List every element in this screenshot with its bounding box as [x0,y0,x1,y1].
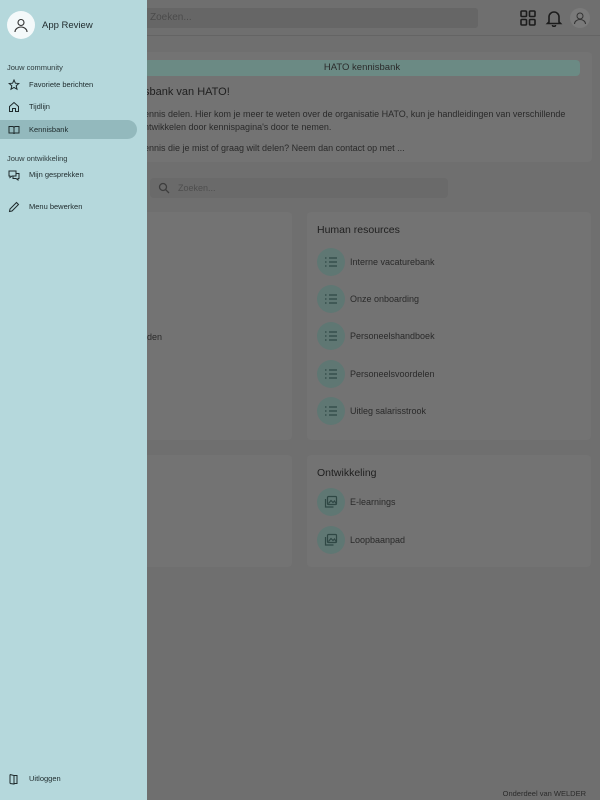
list-item-label: Personeelsvoordelen [350,369,435,379]
nav-label: Mijn gesprekken [29,170,84,179]
list-icon [317,285,345,313]
home-icon [8,101,20,113]
nav-item-knowledge-base[interactable]: Kennisbank [0,120,137,139]
intro-title: sbank van HATO! [144,86,230,98]
intro-card: HATO kennisbank sbank van HATO! ennis de… [130,52,592,162]
nav-label: Kennisbank [29,125,69,134]
list-item-label: Uitleg salarisstrook [350,406,427,416]
list-item-label: Loopbaanpad [350,535,406,545]
logout-button[interactable]: Uitloggen [0,769,137,788]
list-item[interactable]: Personeelshandboek [317,322,435,350]
card-title: Human resources [317,224,400,236]
list-item[interactable]: Loopbaanpad [317,526,405,554]
logout-icon [8,773,20,785]
bell-icon[interactable] [545,9,563,28]
card-title: Ontwikkeling [317,467,377,479]
nav-label: Menu bewerken [29,202,83,211]
nav-label: Favoriete berichten [29,80,94,89]
chat-icon [8,169,20,181]
list-item-label: Onze onboarding [350,294,420,304]
section-development: Jouw ontwikkeling [7,154,68,163]
app-name: App Review [42,20,93,31]
nav-label: Tijdlijn [29,102,50,111]
nav-label: Uitloggen [29,774,61,783]
pencil-icon [8,201,20,213]
navigation-drawer: App Review Jouw community Favoriete beri… [0,0,147,800]
list-icon [317,322,345,350]
intro-contact-text: ennis die je mist of graag wilt delen? N… [144,143,405,153]
list-item[interactable]: E-learnings [317,488,396,516]
photo-library-icon [317,526,345,554]
list-item[interactable]: Interne vacaturebank [317,248,435,276]
list-item[interactable]: Personeelsvoordelen [317,360,435,388]
nav-item-edit-menu[interactable]: Menu bewerken [0,197,137,216]
list-item[interactable]: Onze onboarding [317,285,419,313]
section-community: Jouw community [7,63,63,72]
photo-library-icon [317,488,345,516]
search-icon [158,182,170,194]
human-resources-card: Human resources Interne vacaturebank Onz… [307,212,591,440]
star-icon [8,78,20,91]
grid-icon[interactable] [519,9,537,27]
book-icon [8,124,20,136]
kb-search-placeholder: Zoeken... [178,183,216,193]
nav-item-favorites[interactable]: Favoriete berichten [0,75,137,94]
footer-credit: Onderdeel van WELDER [502,789,586,798]
profile-avatar[interactable] [570,8,590,28]
list-item-label: E-learnings [350,497,396,507]
list-icon [317,360,345,388]
nav-item-conversations[interactable]: Mijn gesprekken [0,165,137,184]
ontwikkeling-card: Ontwikkeling E-learnings Loopbaanpad [307,455,591,567]
list-item[interactable]: Uitleg salarisstrook [317,397,426,425]
list-icon [317,397,345,425]
user-avatar[interactable] [7,11,35,39]
nav-item-timeline[interactable]: Tijdlijn [0,97,137,116]
list-item-label: Personeelshandboek [350,331,435,341]
intro-banner: HATO kennisbank [144,60,580,76]
intro-text: ennis delen. Hier kom je meer te weten o… [144,109,566,132]
kb-search-input[interactable]: Zoeken... [150,178,448,198]
top-search-input[interactable]: Zoeken... [140,8,478,28]
list-icon [317,248,345,276]
list-item-label: Interne vacaturebank [350,257,435,267]
